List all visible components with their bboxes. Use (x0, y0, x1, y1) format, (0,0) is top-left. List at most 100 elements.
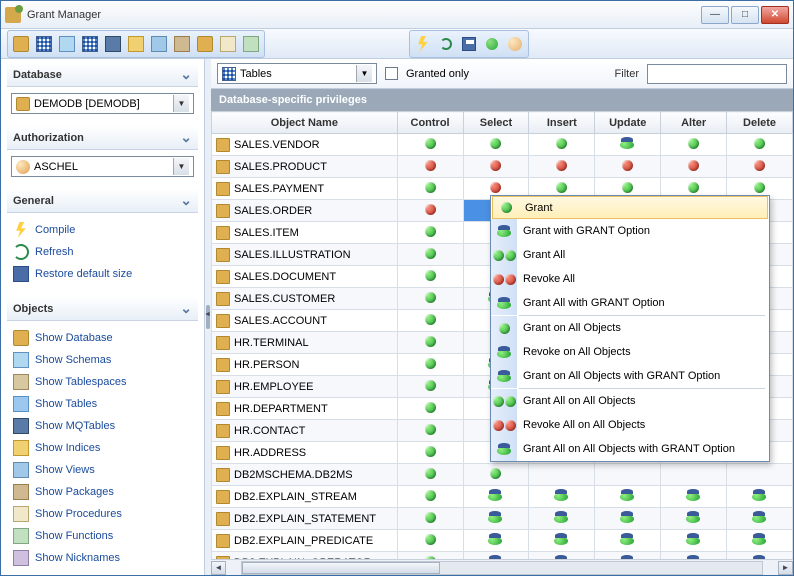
object-name-cell[interactable]: SALES.CUSTOMER (212, 288, 398, 310)
privilege-cell[interactable] (463, 134, 529, 156)
privilege-cell[interactable] (727, 508, 793, 530)
authorization-select[interactable]: ASCHEL ▼ (11, 156, 194, 177)
privilege-cell[interactable] (397, 442, 463, 464)
privilege-cell[interactable] (727, 156, 793, 178)
object-name-cell[interactable]: HR.ADDRESS (212, 442, 398, 464)
privilege-cell[interactable] (529, 552, 595, 560)
privilege-cell[interactable] (397, 288, 463, 310)
object-name-cell[interactable]: SALES.ACCOUNT (212, 310, 398, 332)
object-name-cell[interactable]: DB2.EXPLAIN_STREAM (212, 486, 398, 508)
objects-link-show-packages[interactable]: Show Packages (11, 481, 194, 503)
column-header-update[interactable]: Update (595, 112, 661, 134)
privilege-cell[interactable] (397, 134, 463, 156)
granted-only-checkbox[interactable] (385, 67, 398, 80)
maximize-button[interactable]: □ (731, 6, 759, 24)
object-name-cell[interactable]: HR.CONTACT (212, 420, 398, 442)
privilege-cell[interactable] (595, 530, 661, 552)
object-name-cell[interactable]: SALES.PAYMENT (212, 178, 398, 200)
table-row[interactable]: DB2.EXPLAIN_OPERATOR (212, 552, 793, 560)
privilege-cell[interactable] (463, 552, 529, 560)
privilege-cell[interactable] (397, 200, 463, 222)
privilege-cell[interactable] (661, 508, 727, 530)
privilege-cell[interactable] (529, 508, 595, 530)
privilege-cell[interactable] (661, 486, 727, 508)
privilege-cell[interactable] (397, 508, 463, 530)
scroll-right-button[interactable]: ► (778, 561, 793, 575)
tb-btn-6[interactable] (125, 33, 147, 55)
objects-link-show-schemas[interactable]: Show Schemas (11, 349, 194, 371)
close-button[interactable]: ✕ (761, 6, 789, 24)
database-select[interactable]: DEMODB [DEMODB] ▼ (11, 93, 194, 114)
tb-refresh-icon[interactable] (435, 33, 457, 55)
menu-item-grant-on-all-objects-with-grant-option[interactable]: Grant on All Objects with GRANT Option (491, 364, 769, 388)
tb-user-icon[interactable] (504, 33, 526, 55)
filter-input[interactable] (647, 64, 787, 84)
tb-btn-4[interactable] (79, 33, 101, 55)
objects-header[interactable]: Objects ⌄ (7, 297, 198, 321)
tb-btn-8[interactable] (171, 33, 193, 55)
privilege-cell[interactable] (727, 464, 793, 486)
objects-link-show-functions[interactable]: Show Functions (11, 525, 194, 547)
privilege-cell[interactable] (397, 332, 463, 354)
privilege-cell[interactable] (463, 486, 529, 508)
privilege-cell[interactable] (529, 464, 595, 486)
object-name-cell[interactable]: DB2.EXPLAIN_PREDICATE (212, 530, 398, 552)
tb-btn-9[interactable] (194, 33, 216, 55)
minimize-button[interactable]: — (701, 6, 729, 24)
horizontal-scrollbar[interactable]: ◄ ► (211, 559, 793, 575)
column-header-alter[interactable]: Alter (661, 112, 727, 134)
object-type-select[interactable]: Tables ▼ (217, 63, 377, 84)
scroll-left-button[interactable]: ◄ (211, 561, 226, 575)
privilege-cell[interactable] (397, 222, 463, 244)
objects-link-show-nicknames[interactable]: Show Nicknames (11, 547, 194, 569)
privilege-cell[interactable] (595, 486, 661, 508)
tb-save-icon[interactable] (458, 33, 480, 55)
privilege-cell[interactable] (397, 178, 463, 200)
privilege-cell[interactable] (595, 508, 661, 530)
objects-link-show-procedures[interactable]: Show Procedures (11, 503, 194, 525)
scrollbar-thumb[interactable] (242, 562, 440, 574)
privilege-cell[interactable] (397, 420, 463, 442)
privilege-cell[interactable] (727, 552, 793, 560)
privilege-cell[interactable] (595, 134, 661, 156)
privilege-cell[interactable] (595, 156, 661, 178)
privilege-cell[interactable] (397, 156, 463, 178)
tb-btn-11[interactable] (240, 33, 262, 55)
privilege-cell[interactable] (397, 552, 463, 560)
tb-btn-7[interactable] (148, 33, 170, 55)
privilege-cell[interactable] (595, 464, 661, 486)
object-name-cell[interactable]: SALES.DOCUMENT (212, 266, 398, 288)
privilege-cell[interactable] (397, 354, 463, 376)
table-row[interactable]: DB2.EXPLAIN_STREAM (212, 486, 793, 508)
privilege-cell[interactable] (661, 156, 727, 178)
privilege-cell[interactable] (397, 310, 463, 332)
tb-btn-3[interactable] (56, 33, 78, 55)
object-name-cell[interactable]: SALES.ORDER (212, 200, 398, 222)
privilege-cell[interactable] (529, 134, 595, 156)
column-header-control[interactable]: Control (397, 112, 463, 134)
menu-item-revoke-all-on-all-objects[interactable]: Revoke All on All Objects (491, 413, 769, 437)
column-header-delete[interactable]: Delete (727, 112, 793, 134)
object-name-cell[interactable]: HR.PERSON (212, 354, 398, 376)
privilege-cell[interactable] (727, 134, 793, 156)
privilege-cell[interactable] (397, 266, 463, 288)
privilege-cell[interactable] (529, 530, 595, 552)
privilege-cell[interactable] (463, 464, 529, 486)
menu-item-revoke-on-all-objects[interactable]: Revoke on All Objects (491, 340, 769, 364)
objects-link-show-tables[interactable]: Show Tables (11, 393, 194, 415)
privilege-cell[interactable] (727, 530, 793, 552)
object-name-cell[interactable]: HR.TERMINAL (212, 332, 398, 354)
privilege-cell[interactable] (661, 552, 727, 560)
scrollbar-track[interactable] (241, 561, 763, 575)
table-row[interactable]: SALES.VENDOR (212, 134, 793, 156)
tb-grid-icon[interactable] (33, 33, 55, 55)
column-header-insert[interactable]: Insert (529, 112, 595, 134)
general-link-restore-default-size[interactable]: Restore default size (11, 263, 194, 285)
objects-link-show-indices[interactable]: Show Indices (11, 437, 194, 459)
table-row[interactable]: DB2.EXPLAIN_STATEMENT (212, 508, 793, 530)
object-name-cell[interactable]: HR.EMPLOYEE (212, 376, 398, 398)
privilege-cell[interactable] (595, 552, 661, 560)
object-name-cell[interactable]: DB2.EXPLAIN_STATEMENT (212, 508, 398, 530)
privilege-cell[interactable] (661, 530, 727, 552)
privilege-cell[interactable] (397, 530, 463, 552)
